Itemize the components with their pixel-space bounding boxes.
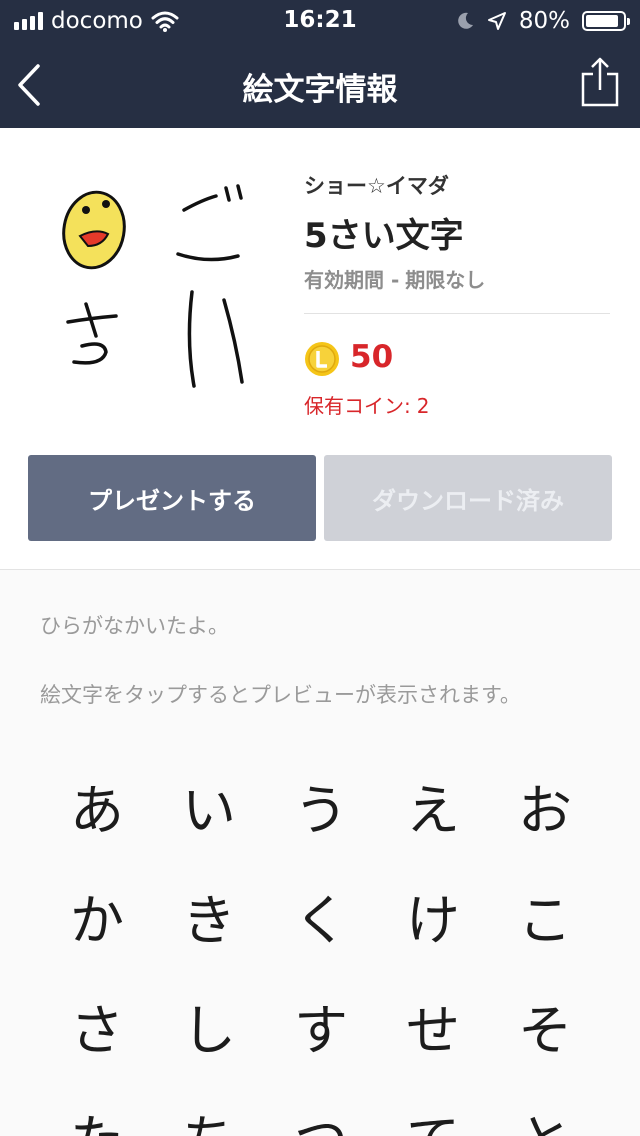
emoji-cell[interactable]: か	[52, 870, 142, 960]
preview-hint: 絵文字をタップするとプレビューが表示されます。	[40, 683, 521, 707]
emoji-grid: あ い う え お か き く け こ さ し す せ そ た ち つ て と	[0, 740, 640, 1136]
sticker-thumbnail[interactable]	[56, 182, 256, 392]
emoji-cell[interactable]: お	[500, 760, 590, 850]
battery-percent: 80%	[518, 8, 570, 34]
emoji-cell[interactable]: け	[388, 870, 478, 960]
emoji-cell[interactable]: つ	[276, 1090, 366, 1136]
emoji-cell[interactable]: さ	[52, 980, 142, 1070]
share-icon[interactable]	[580, 56, 620, 108]
downloaded-button: ダウンロード済み	[324, 455, 612, 541]
product-name: 5さい文字	[304, 216, 464, 256]
emoji-cell[interactable]: せ	[388, 980, 478, 1070]
nav-bar: 絵文字情報	[0, 42, 640, 128]
emoji-cell[interactable]: き	[164, 870, 254, 960]
emoji-cell[interactable]: て	[388, 1090, 478, 1136]
page-title: 絵文字情報	[242, 72, 398, 108]
present-button[interactable]: プレゼントする	[28, 455, 316, 541]
emoji-cell[interactable]: こ	[500, 870, 590, 960]
emoji-cell[interactable]: た	[52, 1090, 142, 1136]
emoji-cell[interactable]: あ	[52, 760, 142, 850]
validity: 有効期間 - 期限なし	[304, 264, 485, 293]
emoji-cell[interactable]: い	[164, 760, 254, 850]
owned-coins-label: 保有コイン:	[304, 394, 411, 418]
author-name[interactable]: ショー☆イマダ	[304, 170, 449, 200]
location-arrow-icon	[487, 12, 506, 30]
divider	[304, 313, 610, 314]
validity-value: 期限なし	[405, 268, 486, 292]
emoji-cell[interactable]: え	[388, 760, 478, 850]
section-divider	[0, 569, 640, 570]
price: 50	[350, 339, 394, 375]
product-description: ひらがなかいたよ。	[40, 614, 229, 638]
battery-icon	[582, 11, 630, 31]
emoji-cell[interactable]: す	[276, 980, 366, 1070]
validity-label: 有効期間 -	[304, 268, 400, 292]
moon-icon	[458, 12, 473, 29]
owned-coins-value: 2	[416, 394, 430, 418]
emoji-cell[interactable]: く	[276, 870, 366, 960]
emoji-cell[interactable]: ち	[164, 1090, 254, 1136]
emoji-cell[interactable]: そ	[500, 980, 590, 1070]
owned-coins: 保有コイン: 2	[304, 390, 429, 419]
line-coin-icon	[305, 342, 339, 376]
status-bar: docomo 16:21 80%	[0, 0, 640, 42]
emoji-cell[interactable]: し	[164, 980, 254, 1070]
product-panel: ショー☆イマダ 5さい文字 有効期間 - 期限なし 50 保有コイン: 2 プレゼン…	[0, 128, 640, 569]
header: docomo 16:21 80% 絵文字情報	[0, 0, 640, 128]
emoji-cell[interactable]: と	[500, 1090, 590, 1136]
emoji-cell[interactable]: う	[276, 760, 366, 850]
